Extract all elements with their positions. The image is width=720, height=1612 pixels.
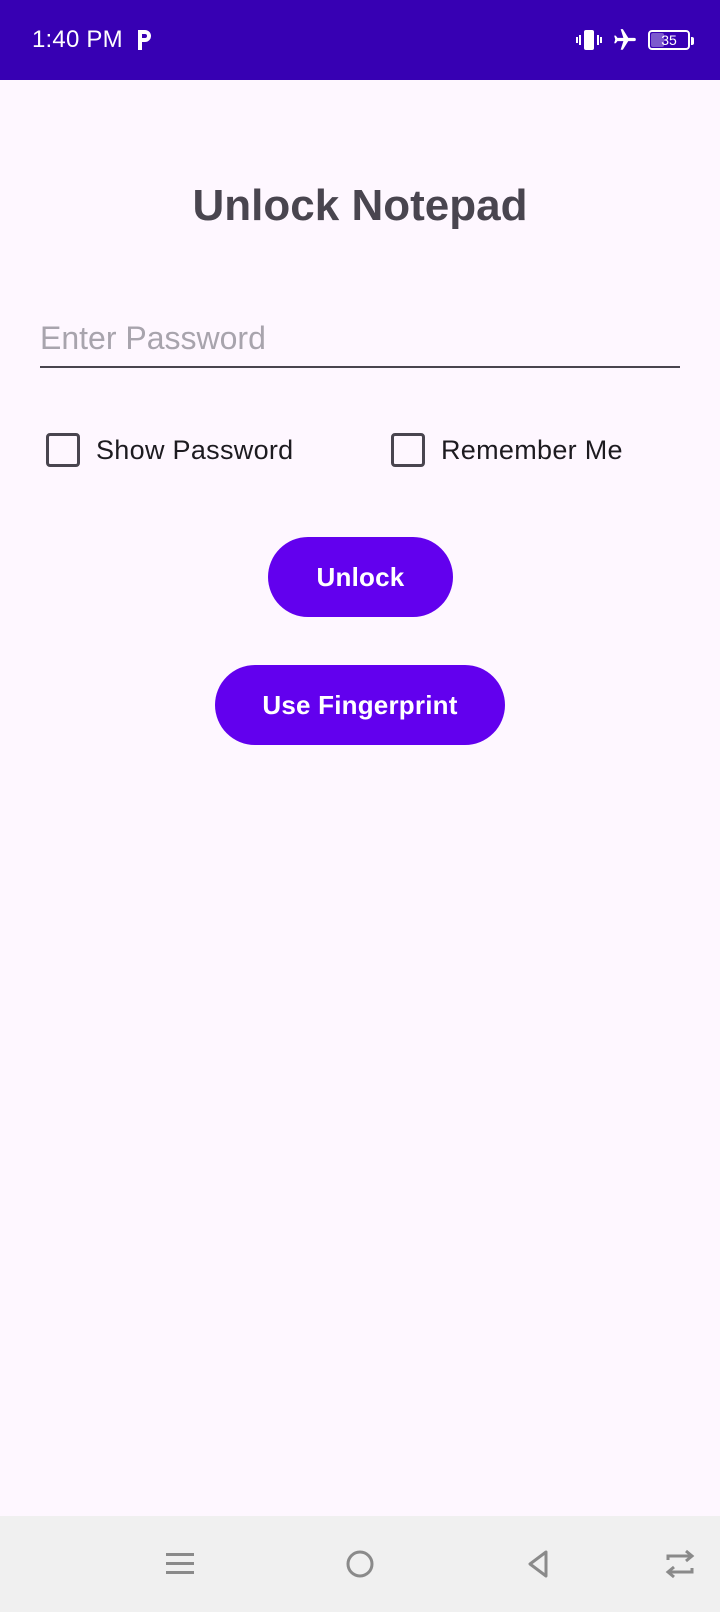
back-icon[interactable] [520, 1546, 556, 1582]
show-password-option[interactable]: Show Password [46, 428, 294, 472]
show-password-checkbox[interactable] [46, 433, 80, 467]
show-password-label: Show Password [96, 434, 294, 465]
password-input[interactable] [40, 310, 680, 368]
remember-me-option[interactable]: Remember Me [391, 428, 623, 472]
battery-level: 35 [661, 32, 677, 48]
parking-icon [138, 30, 151, 50]
remember-me-label: Remember Me [441, 434, 623, 465]
use-fingerprint-button[interactable]: Use Fingerprint [215, 665, 505, 745]
status-bar: 1:40 PM 35 [0, 0, 720, 80]
status-icons: 35 [576, 24, 694, 56]
vibrate-icon [576, 30, 602, 50]
home-icon[interactable] [342, 1546, 378, 1582]
airplane-mode-icon [614, 29, 636, 50]
page-title: Unlock Notepad [192, 181, 528, 230]
status-time: 1:40 PM [32, 26, 123, 53]
battery-icon: 35 [648, 30, 694, 50]
unlock-button[interactable]: Unlock [268, 537, 453, 617]
rotate-icon[interactable] [662, 1546, 698, 1582]
menu-icon[interactable] [162, 1546, 198, 1582]
navigation-bar [0, 1516, 720, 1612]
remember-me-checkbox[interactable] [391, 433, 425, 467]
